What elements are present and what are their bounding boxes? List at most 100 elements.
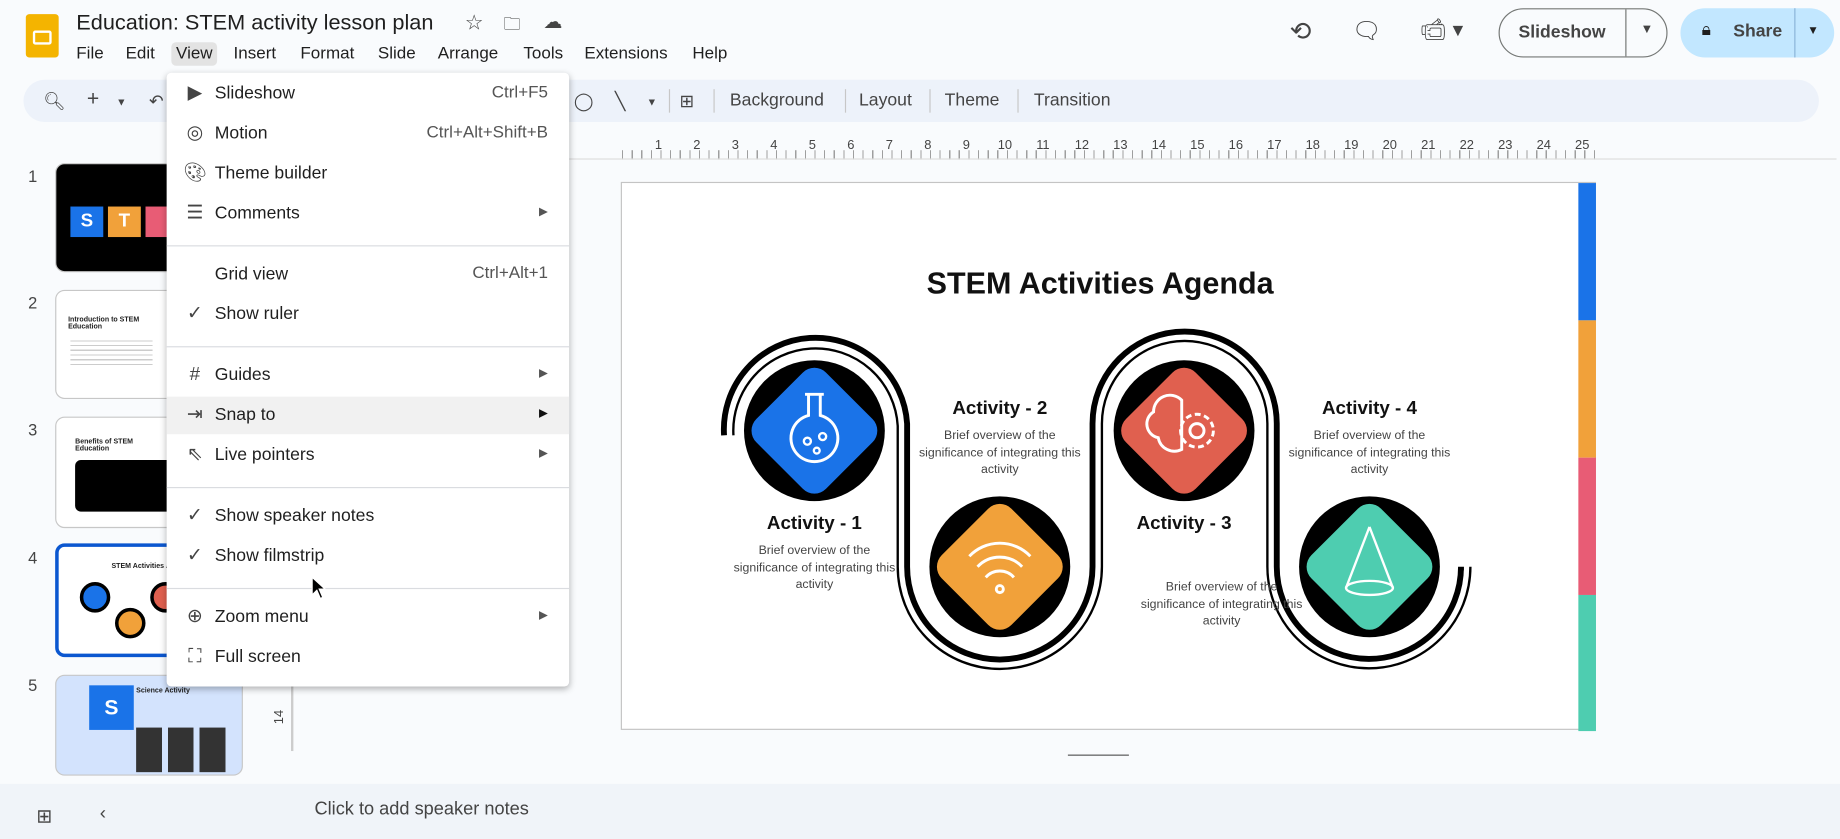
menu-arrange[interactable]: Arrange [433, 42, 503, 65]
menu-item-full-screen[interactable]: ⛶ Full screen [167, 638, 570, 676]
comment-icon: ☰ [186, 203, 204, 223]
menu-item-motion[interactable]: ◎ Motion Ctrl+Alt+Shift+B [167, 115, 570, 153]
activity-2-badge [929, 496, 1071, 638]
menu-item-snap-to[interactable]: ⇥ Snap to ▶ [166, 396, 570, 435]
shortcut: Ctrl+F5 [491, 83, 549, 103]
activity-4-desc[interactable]: Brief overview of the significance of in… [1287, 427, 1451, 478]
menu-help[interactable]: Help [688, 42, 732, 65]
ruler-number: 1 [654, 138, 663, 153]
label: Comments [214, 203, 300, 223]
speaker-notes-input[interactable]: Click to add speaker notes [314, 799, 528, 820]
grid-view-icon[interactable]: ⊞ [36, 805, 52, 828]
snap-icon: ⇥ [186, 404, 203, 425]
activity-3-desc[interactable]: Brief overview of the significance of in… [1139, 579, 1303, 630]
menu-view[interactable]: View [171, 42, 218, 66]
ruler-number: 22 [1459, 138, 1474, 153]
chevron-down-icon[interactable]: ▼ [647, 96, 657, 108]
check-icon: ✓ [186, 303, 203, 324]
menu-insert[interactable]: Insert [229, 42, 281, 65]
shape-icon[interactable]: ◯ [574, 90, 594, 112]
cloud-status-icon[interactable]: ☁ [543, 11, 562, 34]
ruler-number: 18 [1305, 138, 1321, 153]
ruler-number: 19 [1344, 138, 1359, 153]
line-icon[interactable]: ╲ [615, 90, 626, 112]
ruler-number: 11 [1036, 138, 1050, 153]
notes-resize-handle[interactable] [1067, 754, 1129, 756]
transition-button[interactable]: Transition [1034, 90, 1111, 110]
slides-logo[interactable] [25, 14, 59, 58]
star-icon[interactable]: ☆ [465, 11, 484, 36]
activity-2-title[interactable]: Activity - 2 [894, 399, 1105, 420]
menu-slide[interactable]: Slide [373, 42, 420, 65]
ruler-number: 14 [1151, 138, 1167, 153]
menu-item-comments[interactable]: ☰ Comments ▶ [167, 195, 570, 233]
version-history-icon[interactable]: ⟲ [1290, 16, 1312, 47]
slide-thumbnail-5[interactable]: S Science Activity [55, 674, 243, 776]
ruler-number: 2 [693, 138, 701, 153]
ruler-number: 21 [1421, 138, 1436, 153]
slideshow-button[interactable]: Slideshow ▼ [1498, 8, 1668, 58]
submenu-arrow-icon: ▶ [538, 205, 549, 219]
comments-icon[interactable]: 🗨 [1352, 16, 1382, 45]
label: Show ruler [214, 303, 299, 324]
menu-item-theme-builder[interactable]: 🎨︎ Theme builder [167, 155, 570, 193]
guides-icon: # [189, 364, 201, 385]
menu-tools[interactable]: Tools [519, 42, 568, 65]
layout-button[interactable]: Layout [859, 90, 912, 110]
menu-item-live-pointers[interactable]: ⇖ Live pointers ▶ [167, 437, 570, 475]
mouse-cursor-icon [311, 576, 327, 600]
activity-4-title[interactable]: Activity - 4 [1264, 399, 1475, 420]
label: Live pointers [214, 444, 315, 465]
activity-3-title[interactable]: Activity - 3 [1078, 514, 1289, 535]
menu-item-show-speaker-notes[interactable]: ✓ Show speaker notes [167, 498, 570, 536]
ruler-number: 15 [1190, 138, 1205, 153]
new-slide-icon[interactable]: + [87, 87, 99, 112]
menu-item-slideshow[interactable]: ▶︎ Slideshow Ctrl+F5 [167, 75, 570, 113]
activity-2-desc[interactable]: Brief overview of the significance of in… [918, 427, 1082, 478]
slideshow-label: Slideshow [1518, 22, 1606, 43]
pointer-icon: ⇖ [186, 444, 203, 465]
activity-1-desc[interactable]: Brief overview of the significance of in… [732, 542, 896, 593]
ruler-number: 24 [1536, 138, 1551, 153]
chevron-down-icon[interactable]: ▼ [1807, 25, 1819, 38]
menu-item-show-ruler[interactable]: ✓ Show ruler [167, 296, 570, 334]
check-icon: ✓ [186, 505, 203, 526]
chevron-down-icon[interactable]: ▼ [1641, 22, 1654, 36]
move-folder-icon[interactable]: 🗀 [503, 12, 521, 41]
submenu-arrow-icon: ▶ [538, 367, 549, 381]
menu-item-zoom-menu[interactable]: ⊕ Zoom menu ▶ [167, 598, 570, 636]
ruler-number: 5 [808, 138, 816, 153]
menu-item-show-filmstrip[interactable]: ✓ Show filmstrip [167, 537, 570, 575]
menu-edit[interactable]: Edit [121, 42, 160, 65]
comment-add-icon[interactable]: ⊞ [679, 90, 694, 112]
chevron-left-icon[interactable]: ‹ [100, 804, 106, 825]
menu-extensions[interactable]: Extensions [580, 42, 673, 65]
ruler-number: 25 [1575, 138, 1590, 153]
ruler-number: 17 [1267, 138, 1282, 153]
menu-format[interactable]: Format [296, 42, 359, 65]
ruler-number: 9 [962, 138, 970, 153]
ruler-number: 7 [885, 138, 893, 153]
search-menus-icon[interactable]: 🔍︎ [43, 90, 65, 112]
undo-icon[interactable]: ↶ [149, 90, 164, 112]
label: Theme builder [214, 163, 328, 184]
meet-icon[interactable]: 📹︎ ▾ [1420, 18, 1463, 43]
menu-item-guides[interactable]: # Guides ▶ [167, 357, 570, 395]
ruler-number: 16 [1228, 138, 1244, 153]
document-title[interactable]: Education: STEM activity lesson plan [76, 9, 433, 35]
menu-item-grid-view[interactable]: Grid view Ctrl+Alt+1 [167, 256, 570, 294]
ruler-number: 12 [1074, 138, 1090, 153]
slide-canvas[interactable]: STEM Activities Agenda Activity - 1 Brie… [620, 181, 1596, 732]
chevron-down-icon[interactable]: ▼ [116, 96, 126, 108]
activity-1-title[interactable]: Activity - 1 [709, 514, 920, 535]
activity-1-badge [743, 360, 885, 502]
slide-number: 3 [28, 420, 38, 439]
background-button[interactable]: Background [730, 90, 824, 110]
share-button[interactable]: 🔒︎ Share ▼ [1680, 8, 1835, 58]
label: Snap to [214, 404, 276, 425]
menu-file[interactable]: File [72, 42, 109, 65]
label: Zoom menu [214, 606, 309, 627]
theme-button[interactable]: Theme [945, 90, 1000, 110]
palette-icon: 🎨︎ [183, 163, 207, 184]
thumb-title: Science Activity [136, 687, 190, 695]
